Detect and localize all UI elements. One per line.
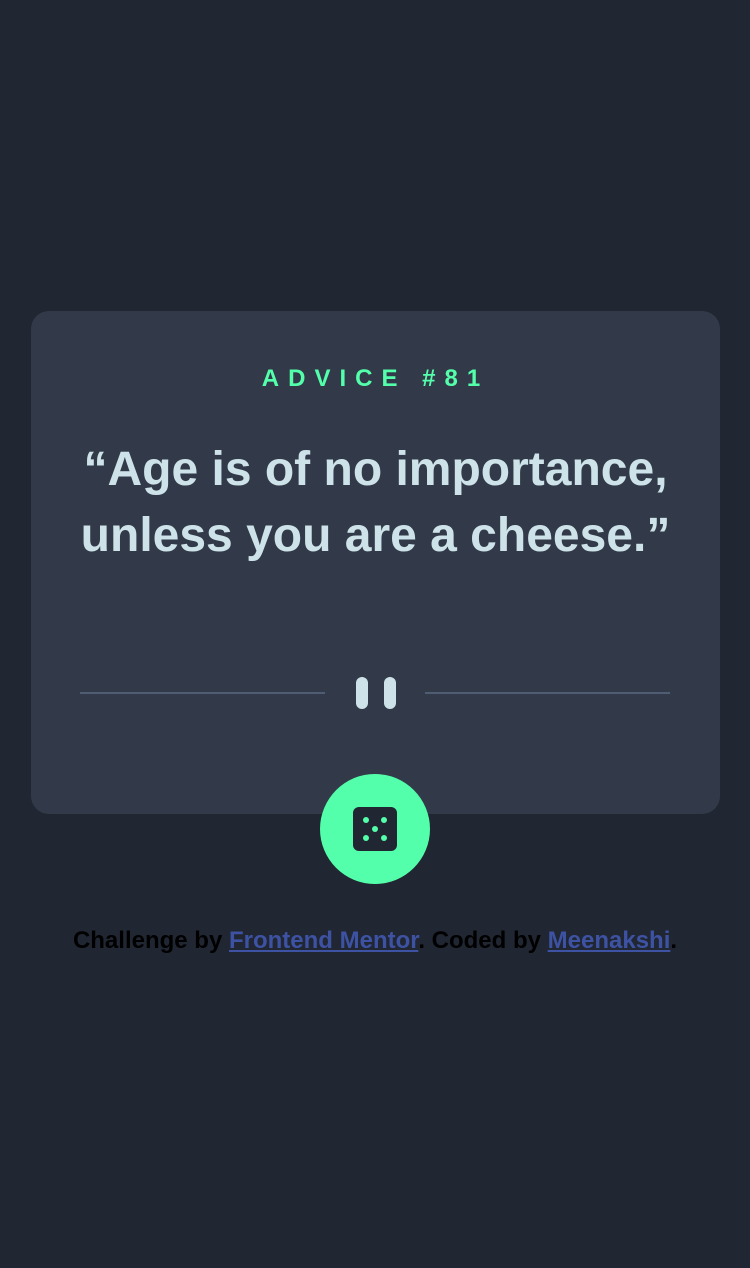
pattern-divider [80, 675, 670, 711]
generate-advice-button[interactable] [320, 774, 430, 884]
divider-line-left [80, 692, 325, 694]
dice-icon [353, 807, 397, 851]
attribution-middle: . Coded by [418, 927, 548, 954]
frontend-mentor-link[interactable]: Frontend Mentor [229, 927, 418, 954]
attribution-suffix: . [670, 927, 678, 954]
divider-line-right [425, 692, 670, 694]
author-link[interactable]: Meenakshi [548, 927, 671, 954]
attribution: Challenge by Frontend Mentor. Coded by M… [0, 926, 750, 956]
advice-card: ADVICE #81 “Age is of no importance, unl… [31, 311, 720, 814]
attribution-prefix: Challenge by [72, 927, 229, 954]
advice-id: ADVICE #81 [261, 365, 490, 392]
advice-quote: “Age is of no importance, unless you are… [80, 443, 671, 562]
pause-icon [356, 677, 396, 709]
